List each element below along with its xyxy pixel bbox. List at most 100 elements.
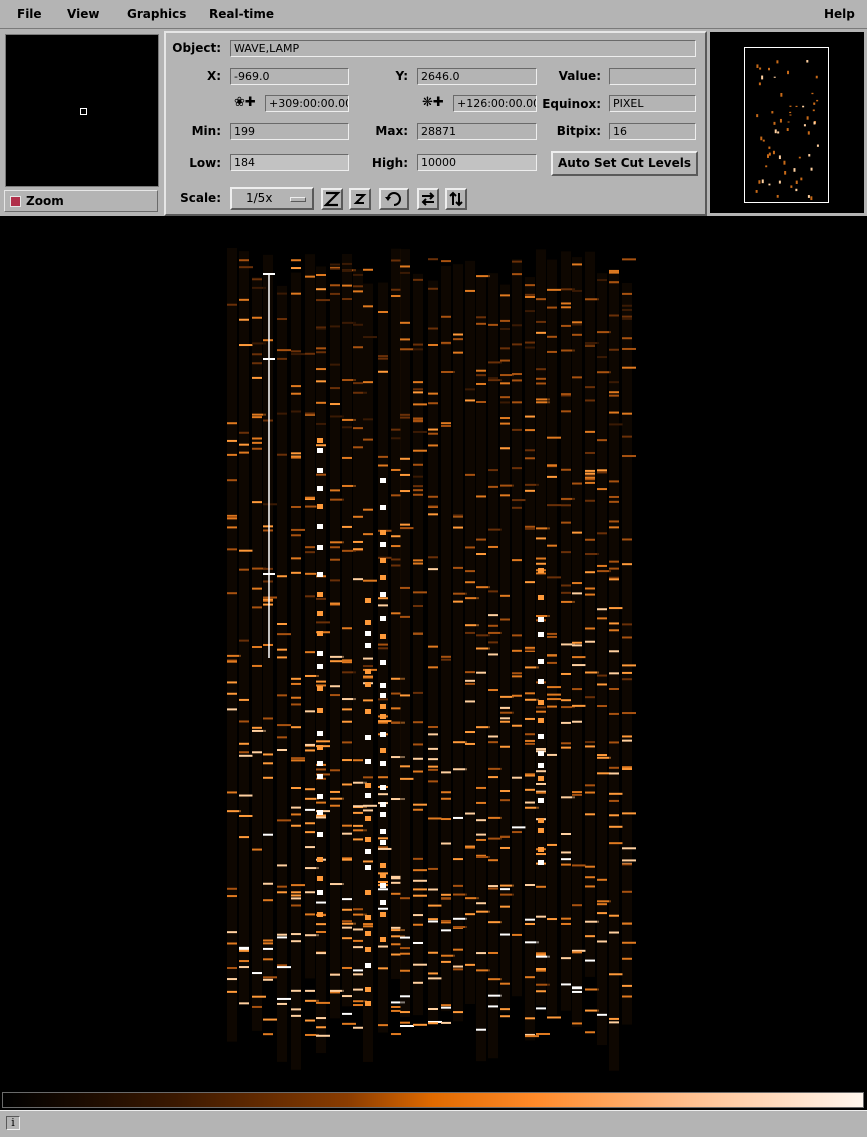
low-field[interactable]: 184 [230, 154, 349, 171]
emission-line [316, 816, 326, 819]
min-field[interactable]: 199 [230, 123, 349, 140]
emission-line [263, 1033, 273, 1036]
scale-menu-button[interactable]: 1/5x [230, 187, 314, 210]
emission-line [609, 1017, 619, 1020]
bright-line [380, 714, 386, 719]
emission-line [453, 965, 463, 968]
emission-line [572, 951, 582, 954]
emission-line [488, 837, 502, 840]
emission-line [609, 381, 619, 384]
emission-line [330, 325, 340, 328]
emission-line [609, 629, 619, 632]
emission-line [363, 336, 377, 339]
auto-set-cut-levels-button[interactable]: Auto Set Cut Levels [551, 151, 698, 176]
y-field[interactable]: 2646.0 [417, 68, 537, 85]
emission-line [525, 293, 535, 296]
emission-line [428, 817, 442, 820]
zoom-toggle[interactable]: Zoom [4, 190, 158, 212]
emission-line [488, 859, 498, 862]
emission-line [622, 957, 632, 960]
emission-line [330, 769, 340, 772]
ra-icon: ❀✚ [234, 95, 256, 110]
rotate-button[interactable] [379, 188, 409, 210]
zoom-out-button[interactable] [349, 188, 371, 210]
emission-line [585, 430, 595, 433]
bright-line [538, 617, 544, 622]
emission-line [378, 776, 388, 779]
emission-line [512, 324, 522, 327]
emission-line [622, 678, 632, 681]
emission-line [453, 768, 467, 771]
object-field[interactable]: WAVE,LAMP [230, 40, 696, 57]
emission-line [525, 884, 535, 887]
emission-line [400, 348, 414, 351]
emission-line [465, 812, 475, 815]
bright-line [538, 847, 544, 852]
image-canvas[interactable] [0, 218, 867, 1090]
flip-y-button[interactable] [445, 188, 467, 210]
emission-line [453, 514, 463, 517]
emission-line [597, 564, 607, 567]
emission-line [536, 967, 546, 970]
emission-line [609, 687, 619, 690]
bitpix-field[interactable]: 16 [609, 123, 696, 140]
ra-field[interactable]: +309:00:00.00 [265, 95, 349, 112]
emission-line [277, 292, 287, 295]
dec-field[interactable]: +126:00:00.00 [453, 95, 537, 112]
emission-line [453, 1011, 463, 1014]
emission-line [512, 672, 522, 675]
emission-line [441, 893, 451, 896]
emission-line [316, 288, 326, 291]
flip-x-button[interactable] [417, 188, 439, 210]
high-field[interactable]: 10000 [417, 154, 537, 171]
order-band [277, 285, 287, 1062]
menu-help[interactable]: Help [824, 7, 855, 21]
bright-line [380, 732, 386, 737]
colorbar[interactable] [2, 1092, 864, 1108]
menu-view[interactable]: View [67, 7, 99, 21]
menu-graphics[interactable]: Graphics [127, 7, 186, 21]
equinox-field[interactable]: PIXEL [609, 95, 696, 112]
emission-line [500, 594, 510, 597]
emission-line [363, 804, 377, 807]
emission-line [476, 910, 490, 913]
emission-line [291, 452, 301, 455]
zoom-checkbox[interactable] [10, 196, 21, 207]
emission-line [585, 451, 595, 454]
emission-line [353, 811, 363, 814]
emission-line [525, 692, 535, 695]
emission-line [512, 694, 522, 697]
emission-line [500, 347, 510, 350]
emission-line [453, 893, 467, 896]
panner-window[interactable] [710, 32, 864, 213]
emission-line [252, 441, 262, 444]
menu-realtime[interactable]: Real-time [209, 7, 274, 21]
emission-line [363, 923, 373, 926]
emission-line [465, 846, 475, 849]
emission-line [585, 671, 599, 674]
emission-line [547, 335, 557, 338]
info-icon[interactable]: i [6, 1116, 20, 1130]
emission-line [277, 349, 291, 352]
menu-file[interactable]: File [17, 7, 42, 21]
emission-line [330, 403, 340, 406]
emission-line [263, 1018, 277, 1021]
emission-line [428, 513, 438, 516]
x-field[interactable]: -969.0 [230, 68, 349, 85]
emission-line [622, 863, 632, 866]
max-field[interactable]: 28871 [417, 123, 537, 140]
emission-line [609, 269, 619, 272]
emission-line [291, 726, 301, 729]
emission-line [391, 707, 401, 710]
emission-line [413, 605, 423, 608]
emission-line [476, 855, 490, 858]
slit-tick [263, 273, 275, 275]
zoom-in-button[interactable] [321, 188, 343, 210]
emission-line [561, 504, 571, 507]
value-field[interactable] [609, 68, 696, 85]
emission-line [239, 966, 249, 969]
emission-line [363, 657, 373, 660]
emission-line [561, 721, 571, 724]
emission-line [413, 803, 427, 806]
panner-view-box[interactable] [744, 47, 829, 203]
